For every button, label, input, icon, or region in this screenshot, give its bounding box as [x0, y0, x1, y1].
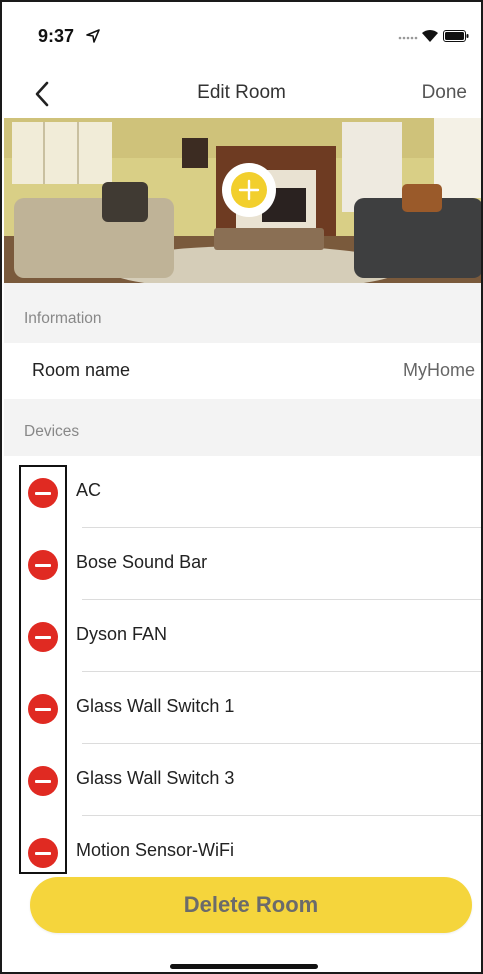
- list-item[interactable]: AC: [4, 456, 481, 528]
- done-button[interactable]: Done: [422, 82, 467, 104]
- devices-section-header: Devices: [4, 399, 481, 456]
- cellular-signal-icon: [398, 36, 418, 40]
- device-name: Motion Sensor-WiFi: [76, 840, 235, 860]
- battery-icon: [443, 30, 469, 42]
- list-item[interactable]: Glass Wall Switch 1: [4, 672, 481, 744]
- delete-room-button[interactable]: Delete Room: [30, 877, 472, 933]
- remove-device-button[interactable]: [28, 622, 58, 652]
- app-screen: 9:37 Edit Room Done Information Room nam…: [0, 0, 483, 974]
- wifi-icon: [422, 29, 438, 42]
- plus-icon: [231, 172, 267, 208]
- add-photo-button[interactable]: [222, 163, 276, 217]
- device-name: Glass Wall Switch 1: [76, 696, 235, 716]
- device-name: Bose Sound Bar: [76, 552, 208, 572]
- page-title: Edit Room: [197, 82, 286, 103]
- room-name-label: Room name: [32, 360, 131, 380]
- device-name: AC: [76, 480, 102, 500]
- device-name: Dyson FAN: [76, 624, 168, 644]
- device-name: Glass Wall Switch 3: [76, 768, 235, 788]
- remove-device-button[interactable]: [28, 766, 58, 796]
- status-bar: 9:37: [2, 2, 481, 72]
- information-section-header: Information: [4, 283, 481, 343]
- room-photo[interactable]: [4, 118, 481, 283]
- remove-device-button[interactable]: [28, 478, 58, 508]
- list-item[interactable]: Bose Sound Bar: [4, 528, 481, 600]
- status-time: 9:37: [38, 26, 75, 46]
- remove-device-button[interactable]: [28, 838, 58, 868]
- room-name-row[interactable]: Room name MyHome: [4, 343, 481, 399]
- list-item[interactable]: Dyson FAN: [4, 600, 481, 672]
- device-list: AC Bose Sound Bar Dyson FAN Glass Wall S…: [4, 456, 481, 868]
- room-name-value[interactable]: MyHome: [403, 360, 475, 381]
- remove-device-button[interactable]: [28, 694, 58, 724]
- list-item[interactable]: Glass Wall Switch 3: [4, 744, 481, 816]
- navigation-bar: Edit Room Done: [2, 72, 481, 116]
- home-indicator[interactable]: [170, 964, 318, 969]
- location-arrow-icon: [86, 29, 100, 43]
- remove-device-button[interactable]: [28, 550, 58, 580]
